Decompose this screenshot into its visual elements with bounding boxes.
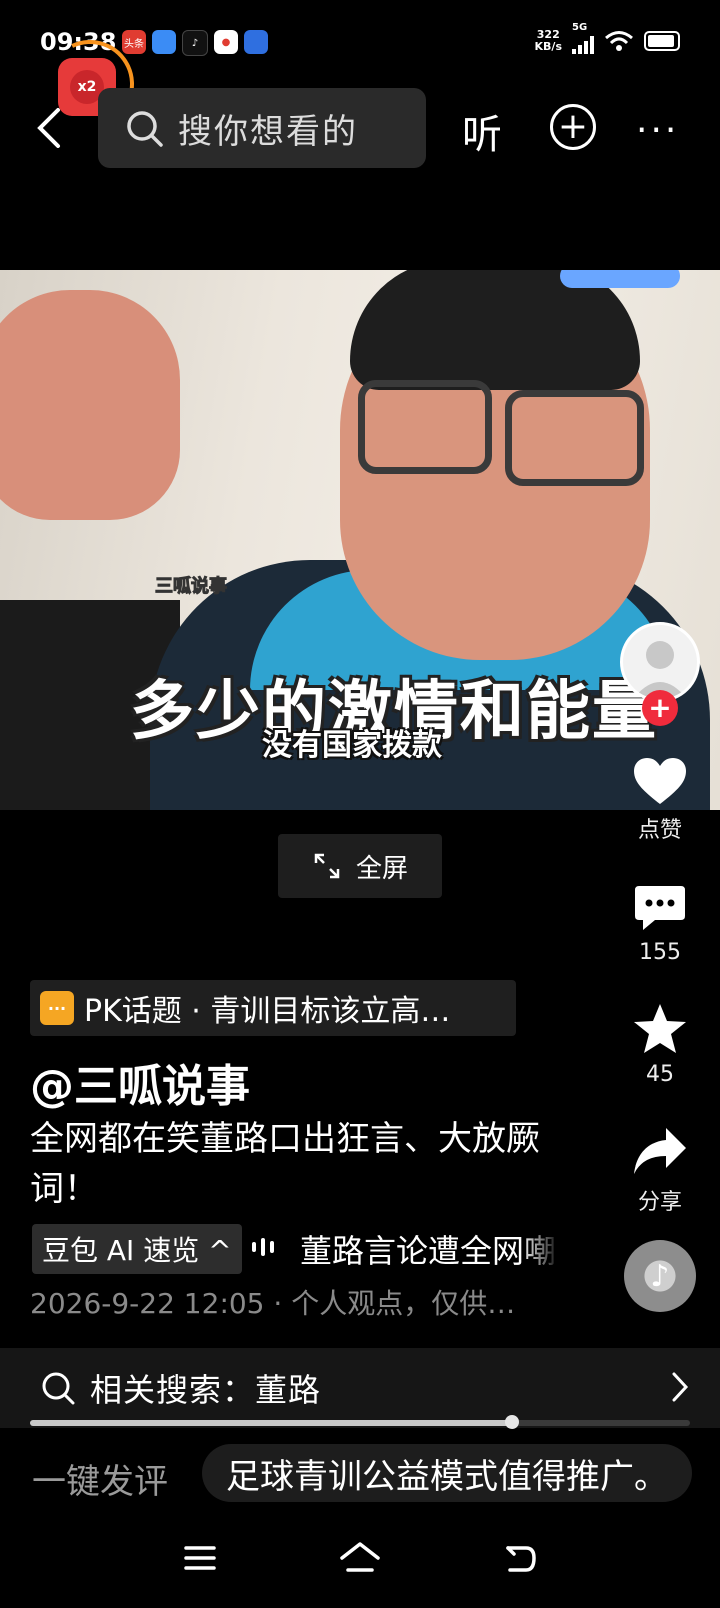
toutiao-app-icon: 头条	[122, 30, 146, 54]
expand-icon	[314, 853, 340, 879]
like-label: 点赞	[637, 818, 682, 843]
share-button[interactable]: 分享	[610, 1126, 710, 1216]
back-nav-icon[interactable]	[504, 1544, 538, 1576]
favorite-count: 45	[646, 1062, 674, 1087]
follow-button[interactable]: +	[642, 690, 678, 726]
comment-button[interactable]: 155	[610, 884, 710, 965]
default-avatar-icon	[623, 625, 697, 699]
video-glasses-right	[505, 390, 644, 486]
search-icon	[42, 1372, 75, 1405]
status-right: 322 KB/s 5G	[535, 22, 680, 54]
chevron-right-icon	[672, 1372, 689, 1402]
net-speed-unit: KB/s	[534, 40, 562, 53]
video-sticker	[560, 270, 680, 288]
menu-icon[interactable]	[184, 1544, 216, 1572]
ai-summary-text[interactable]: 董路言论遭全网嘲	[300, 1226, 560, 1272]
publish-meta: 2026-9-22 12:05 · 个人观点，仅供…	[30, 1287, 516, 1320]
like-button[interactable]: 点赞	[610, 756, 710, 844]
related-search-label: 相关搜索：董路	[90, 1371, 322, 1409]
home-icon[interactable]	[338, 1540, 382, 1576]
playback-progress-knob[interactable]	[504, 1415, 519, 1429]
fullscreen-button[interactable]: 全屏	[278, 834, 442, 898]
star-icon	[634, 1004, 686, 1053]
pk-topic-icon: ···	[40, 991, 74, 1025]
heart-icon	[634, 758, 686, 804]
music-disc-icon[interactable]: ♪	[624, 1240, 696, 1312]
search-icon	[127, 111, 163, 147]
plus-circle-icon[interactable]: +	[550, 104, 596, 150]
video-glasses-left	[358, 380, 492, 474]
listen-button[interactable]: 听	[462, 102, 502, 160]
quick-comment-label: 一键发评	[32, 1462, 168, 1502]
topic-chip[interactable]: ··· PK话题 · 青训目标该立高…	[30, 980, 516, 1036]
video-hair-shape	[350, 270, 640, 390]
ai-summary-chip[interactable]: 豆包 AI 速览 ^	[32, 1224, 242, 1274]
wifi-icon	[605, 31, 633, 51]
topic-label: PK话题 · 青训目标该立高…	[84, 994, 451, 1029]
comment-icon	[635, 886, 685, 930]
map-app-icon: ●	[214, 30, 238, 54]
status-app-icons: 头条 ♪ ●	[122, 30, 268, 56]
video-caption-small: 没有国家拨款	[262, 728, 442, 763]
video-fist-shape	[0, 290, 180, 520]
more-icon[interactable]: ···	[636, 110, 679, 151]
author-name[interactable]: @三呱说事	[30, 1050, 250, 1114]
video-watermark: 三呱说事	[155, 576, 228, 598]
video-player[interactable]: 三呱说事 多少的激情和能量 没有国家拨款	[0, 270, 720, 810]
message-app-icon	[244, 30, 268, 54]
suggested-comment-chip[interactable]: 足球青训公益模式值得推广。	[202, 1444, 692, 1502]
fullscreen-label: 全屏	[355, 853, 408, 884]
favorite-button[interactable]: 45	[610, 1002, 710, 1087]
share-icon	[634, 1128, 686, 1174]
share-label: 分享	[637, 1190, 682, 1215]
comment-count: 155	[639, 940, 681, 965]
toutiao-badge-text: 头条	[124, 38, 144, 50]
battery-icon	[644, 31, 680, 51]
search-placeholder: 搜你想看的	[178, 111, 358, 152]
video-caption[interactable]: 全网都在笑董路口出狂言、大放厥词！	[30, 1114, 550, 1214]
cell-signal-icon: 5G	[572, 22, 594, 54]
notification-app-icon	[152, 30, 176, 54]
suggested-comment-text: 足球青训公益模式值得推广。	[226, 1456, 668, 1497]
playback-progress[interactable]	[30, 1415, 690, 1429]
network-type: 5G	[572, 22, 588, 33]
related-search-bar[interactable]: 相关搜索：董路	[0, 1348, 720, 1428]
playback-progress-fill	[30, 1420, 512, 1426]
audio-wave-icon	[252, 1238, 274, 1256]
ai-chip-label: 豆包 AI 速览 ^	[42, 1234, 232, 1267]
search-input[interactable]: 搜你想看的	[98, 88, 426, 168]
net-speed: 322 KB/s	[535, 29, 562, 53]
tiktok-app-icon: ♪	[182, 30, 208, 56]
